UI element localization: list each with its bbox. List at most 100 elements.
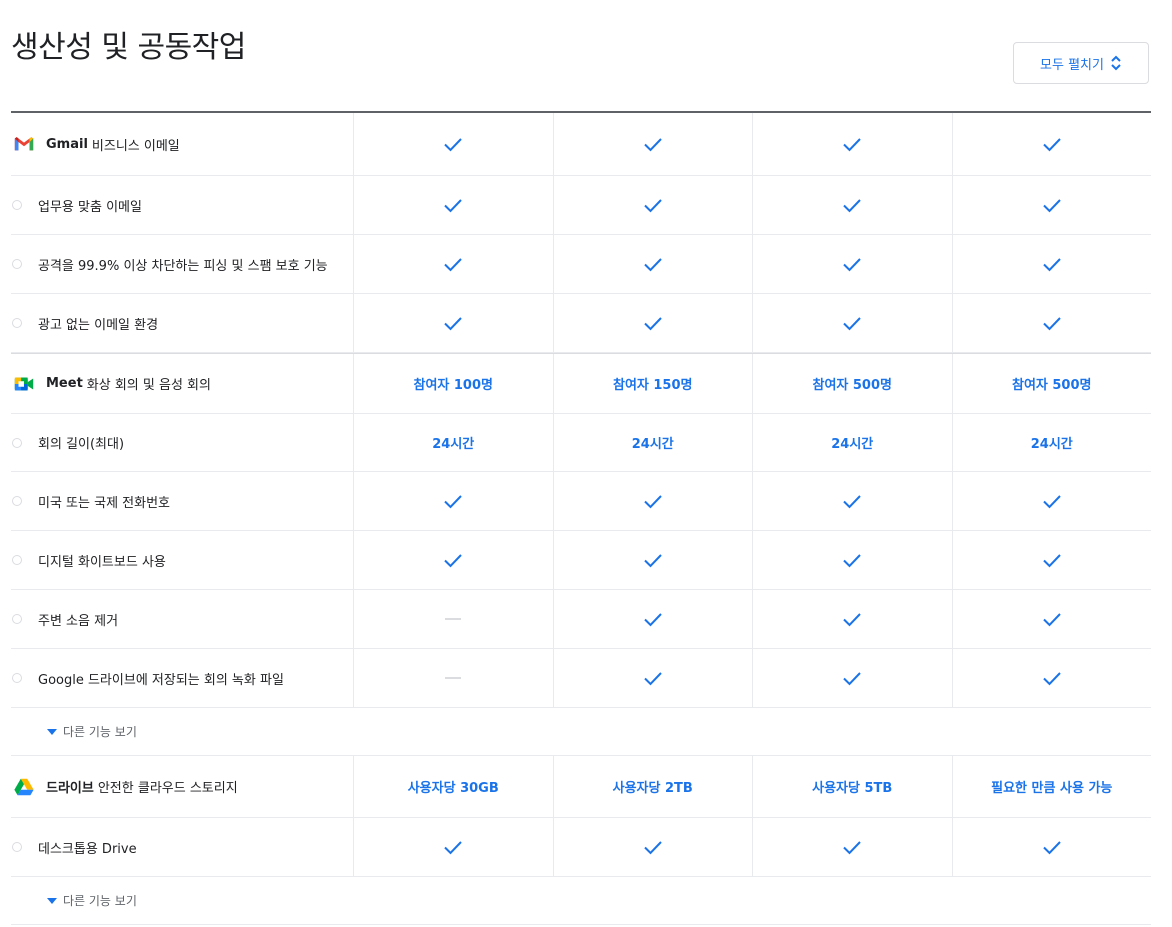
feature-label: 주변 소음 제거 <box>38 613 119 629</box>
plan-cell-1 <box>353 818 553 876</box>
check-icon <box>843 258 861 272</box>
feature-label: 공격을 99.9% 이상 차단하는 피싱 및 스팸 보호 기능 <box>38 258 328 274</box>
bullet-dot-icon <box>12 437 22 448</box>
plan-cell-1: 사용자당 30GB <box>353 756 553 817</box>
check-icon <box>843 138 861 152</box>
bullet-dot-icon <box>12 555 22 565</box>
drive-icon <box>12 775 36 799</box>
check-icon <box>1043 495 1061 509</box>
plan-cell-3 <box>752 590 952 648</box>
plan-cell-4 <box>951 590 1152 648</box>
bullet-dot-icon <box>12 673 22 683</box>
plan-cell-2 <box>552 590 753 648</box>
meet-header-label: Meet 화상 회의 및 음성 회의 <box>11 354 353 413</box>
check-icon <box>843 199 861 213</box>
expand-triangle-icon <box>47 897 57 904</box>
plan-cell-4 <box>951 818 1152 876</box>
feature-label: 미국 또는 국제 전화번호 <box>38 495 170 511</box>
plan-cell-3: 참여자 500명 <box>752 354 952 413</box>
plan-cell-1 <box>353 235 553 293</box>
plan-cell-3 <box>752 531 952 589</box>
product-description: 화상 회의 및 음성 회의 <box>86 378 211 393</box>
bullet-dot-icon <box>12 259 22 269</box>
plan-cell-4 <box>951 113 1152 175</box>
plan-value: 참여자 500명 <box>1011 378 1092 393</box>
plan-cell-3 <box>752 472 952 530</box>
check-icon <box>843 841 861 855</box>
product-name: Meet <box>46 376 83 391</box>
plan-value: 사용자당 2TB <box>612 781 693 796</box>
plan-cell-3 <box>752 294 952 352</box>
meet-more-features-link[interactable]: 다른 기능 보기 <box>11 708 1151 756</box>
plan-value: 참여자 150명 <box>612 378 693 393</box>
bullet-dot-icon <box>12 200 22 210</box>
plan-cell-2: 참여자 150명 <box>552 354 753 413</box>
check-icon <box>644 613 662 627</box>
feature-label: 데스크톱용 Drive <box>38 841 137 857</box>
plan-cell-2 <box>552 818 753 876</box>
check-icon <box>1043 199 1061 213</box>
plan-cell-3 <box>752 176 952 234</box>
check-icon <box>843 554 861 568</box>
meet-header-row[interactable]: Meet 화상 회의 및 음성 회의 참여자 100명 참여자 150명 참여자 500… <box>11 353 1151 414</box>
plan-value: 24시간 <box>1030 437 1073 452</box>
feature-row: Google 드라이브에 저장되는 회의 녹화 파일 <box>11 649 1151 708</box>
plan-cell-1 <box>353 649 553 707</box>
gmail-header-row[interactable]: Gmail 비즈니스 이메일 <box>11 113 1151 176</box>
plan-value: 사용자당 5TB <box>812 781 893 796</box>
check-icon <box>843 495 861 509</box>
check-icon <box>644 258 662 272</box>
check-icon <box>644 138 662 152</box>
meet-icon <box>12 372 36 396</box>
expand-all-button[interactable]: 모두 펼치기 <box>1013 42 1149 84</box>
feature-label: 회의 길이(최대) <box>38 437 125 452</box>
comparison-table: Gmail 비즈니스 이메일 업무용 맞춤 이메일 공격을 99.9% 이상 차단하는… <box>11 111 1151 925</box>
feature-row: 광고 없는 이메일 환경 <box>11 294 1151 353</box>
product-name: 드라이브 <box>46 781 94 796</box>
plan-cell-2: 사용자당 2TB <box>552 756 753 817</box>
check-icon <box>1043 258 1061 272</box>
check-icon <box>644 199 662 213</box>
plan-cell-4 <box>951 294 1152 352</box>
check-icon <box>1043 672 1061 686</box>
plan-cell-4 <box>951 531 1152 589</box>
check-icon <box>1043 317 1061 331</box>
product-description: 비즈니스 이메일 <box>91 138 180 154</box>
feature-row: 미국 또는 국제 전화번호 <box>11 472 1151 531</box>
plan-value: 참여자 100명 <box>413 378 493 393</box>
check-icon <box>843 613 861 627</box>
bullet-dot-icon <box>12 614 22 624</box>
plan-value: 참여자 500명 <box>812 378 892 393</box>
check-icon <box>444 495 462 509</box>
gmail-header-label: Gmail 비즈니스 이메일 <box>11 113 353 175</box>
plan-value: 사용자당 30GB <box>407 781 499 796</box>
plan-cell-3 <box>752 818 952 876</box>
feature-row: 데스크톱용 Drive <box>11 818 1151 877</box>
check-icon <box>444 554 462 568</box>
product-name: Gmail <box>46 136 88 152</box>
feature-row: 주변 소음 제거 <box>11 590 1151 649</box>
not-included-dash <box>445 618 462 620</box>
plan-cell-1: 참여자 100명 <box>353 354 553 413</box>
drive-header-row[interactable]: 드라이브 안전한 클라우드 스토리지 사용자당 30GB 사용자당 2TB 사용자당 5… <box>11 756 1151 818</box>
drive-header-label: 드라이브 안전한 클라우드 스토리지 <box>11 756 353 817</box>
drive-more-features-link[interactable]: 다른 기능 보기 <box>11 877 1151 925</box>
check-icon <box>1043 613 1061 627</box>
plan-cell-3: 24시간 <box>752 414 952 471</box>
check-icon <box>444 199 462 213</box>
check-icon <box>1043 841 1061 855</box>
expand-triangle-icon <box>47 728 57 735</box>
plan-cell-4: 참여자 500명 <box>951 354 1152 413</box>
check-icon <box>1043 138 1061 152</box>
plan-cell-2: 24시간 <box>552 414 753 471</box>
plan-cell-3: 사용자당 5TB <box>752 756 952 817</box>
plan-cell-2 <box>552 294 753 352</box>
feature-label-cell: 광고 없는 이메일 환경 <box>11 294 353 352</box>
plan-cell-2 <box>552 472 753 530</box>
plan-cell-2 <box>552 531 753 589</box>
plan-value: 필요한 만큼 사용 가능 <box>991 781 1113 796</box>
plan-cell-2 <box>552 113 753 175</box>
bullet-dot-icon <box>12 496 22 506</box>
plan-cell-3 <box>752 649 952 707</box>
feature-label-cell: 공격을 99.9% 이상 차단하는 피싱 및 스팸 보호 기능 <box>11 235 353 293</box>
